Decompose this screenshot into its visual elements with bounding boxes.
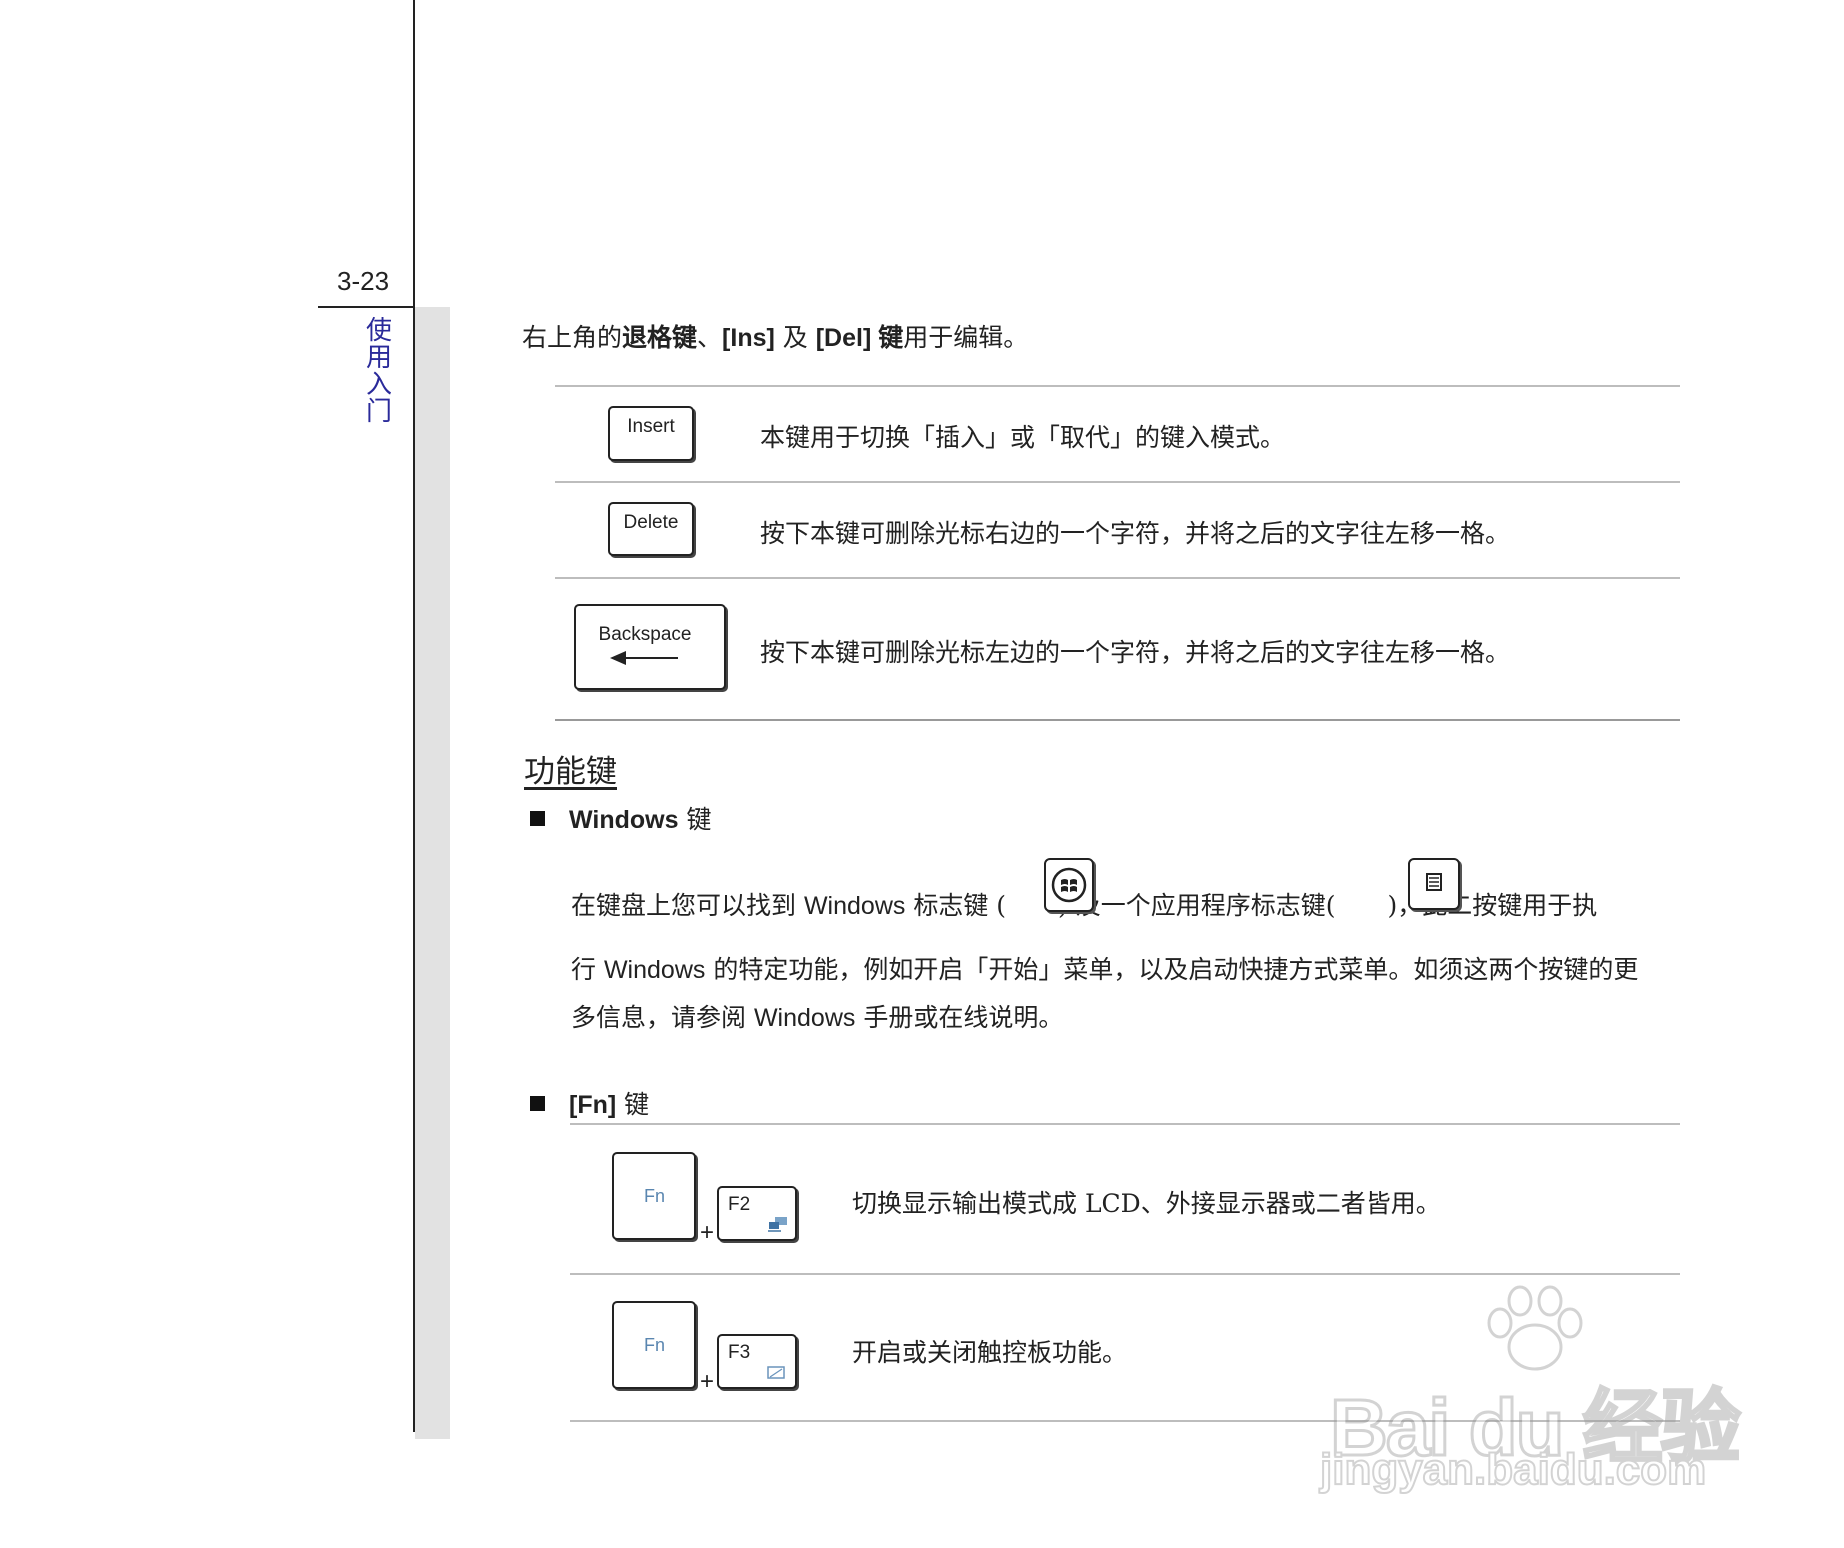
intro-paragraph: 右上角的退格键、[Ins] 及 [Del] 键用于编辑。 [522, 318, 1028, 354]
manual-page: 3-23 使 用 入 门 右上角的退格键、[Ins] 及 [Del] 键用于编辑… [0, 0, 1844, 1548]
delete-key: Delete [608, 502, 694, 556]
f3-key: F3 [717, 1334, 797, 1389]
intro-text: 右上角的 [522, 323, 623, 352]
windows-key-title-suffix: 键 [678, 805, 712, 834]
watermark-url: jingyan.baidu.com [1319, 1444, 1707, 1495]
intro-text-mid: 及 [774, 323, 816, 352]
fn-key-label: Fn [644, 1335, 666, 1355]
intro-text-end: 用于编辑。 [903, 323, 1029, 352]
para-windows-term: Windows [753, 1004, 856, 1032]
fn-key-bullet: [Fn] 键 [530, 1085, 649, 1121]
left-arrow-icon [610, 651, 678, 665]
fn-key: Fn [612, 1152, 696, 1240]
f2-key: F2 [717, 1186, 797, 1241]
intro-backspace-term: 退格键 [622, 324, 698, 352]
para-text: 在键盘上您可以找到 [571, 891, 804, 920]
backspace-key: Backspace [574, 604, 726, 690]
intro-del-term: [Del] [815, 324, 872, 352]
windows-key-title: Windows [569, 806, 679, 834]
windows-paragraph-line-2: 行 Windows 的特定功能，例如开启「开始」菜单，以及启动快捷方式菜单。如须… [571, 950, 1638, 986]
page-number-rule [318, 306, 415, 308]
page-number: 3-23 [337, 266, 390, 296]
baidu-jingyan-watermark: Bai du 经验 jingyan.baidu.com [1319, 1285, 1760, 1495]
section-heading: 功能键 [524, 754, 617, 790]
insert-key-label: Insert [627, 416, 675, 437]
intro-key-term: 键 [871, 324, 904, 352]
fn-key: Fn [612, 1301, 696, 1389]
table-rule [570, 1273, 1680, 1275]
chapter-title-char: 使 [365, 316, 392, 346]
fn-key-title: [Fn] [569, 1091, 617, 1119]
para-text: 行 [571, 955, 604, 984]
plus-sign: + [700, 1368, 715, 1395]
table-rule [555, 481, 1680, 483]
windows-logo-key [1044, 858, 1094, 912]
windows-logo-icon [1051, 867, 1087, 903]
delete-key-label: Delete [623, 512, 679, 533]
paw-logo-icon [1487, 1285, 1583, 1371]
intro-ins-term: [Ins] [722, 324, 775, 352]
chapter-side-title: 使 用 入 门 [364, 318, 394, 426]
table-rule [555, 385, 1680, 387]
fn-key-title-suffix: 键 [616, 1090, 650, 1119]
bullet-square-icon [530, 1096, 545, 1111]
para-text: 手册或在线说明。 [855, 1003, 1064, 1032]
menu-icon [1426, 873, 1442, 891]
backspace-key-label: Backspace [598, 624, 692, 645]
fn-key-label: Fn [644, 1186, 666, 1206]
touchpad-icon [767, 1366, 785, 1379]
para-text: 多信息，请参阅 [571, 1003, 754, 1032]
f2-key-label: F2 [728, 1194, 751, 1215]
fn-f3-description: 开启或关闭触控板功能。 [852, 1338, 1128, 1367]
delete-key-description: 按下本键可删除光标右边的一个字符，并将之后的文字往左移一格。 [760, 519, 1511, 548]
backspace-key-description: 按下本键可删除光标左边的一个字符，并将之后的文字往左移一格。 [760, 638, 1511, 667]
chapter-title-char: 门 [365, 397, 392, 427]
f3-key-label: F3 [728, 1342, 751, 1363]
margin-gray-band [415, 307, 450, 1439]
windows-key-bullet: Windows 键 [530, 800, 711, 836]
chapter-title-char: 用 [365, 343, 392, 373]
application-menu-key [1408, 858, 1460, 910]
chapter-title-char: 入 [365, 370, 392, 400]
para-text: ) 及一个应用程序标志键( [1058, 891, 1336, 920]
para-text: 的特定功能，例如开启「开始」菜单，以及启动快捷方式菜单。如须这两个按键的更 [705, 955, 1639, 984]
intro-separator: 、 [697, 323, 723, 352]
bullet-square-icon [530, 811, 545, 826]
table-rule [570, 1123, 1680, 1125]
insert-key-description: 本键用于切换「插入」或「取代」的键入模式。 [760, 423, 1286, 452]
para-windows-term: Windows [803, 892, 906, 920]
table-rule [555, 719, 1680, 721]
para-text: 标志键 ( [905, 891, 1007, 920]
fn-f2-description: 切换显示输出模式成 LCD、外接显示器或二者皆用。 [852, 1189, 1441, 1218]
insert-key: Insert [608, 406, 694, 461]
windows-paragraph-line-3: 多信息，请参阅 Windows 手册或在线说明。 [571, 998, 1063, 1034]
table-rule [555, 577, 1680, 579]
plus-sign: + [700, 1219, 715, 1246]
para-windows-term: Windows [603, 956, 706, 984]
display-switch-icon [768, 1217, 787, 1232]
